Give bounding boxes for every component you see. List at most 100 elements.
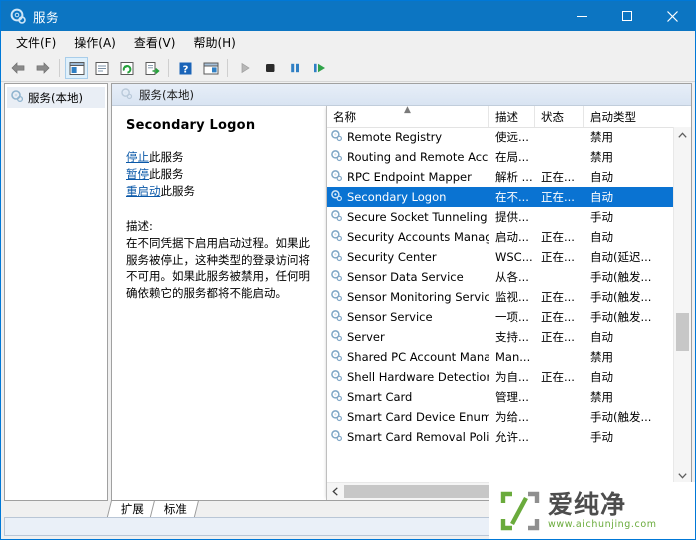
table-row[interactable]: Shell Hardware Detection 为自... 正在... 自动 bbox=[327, 367, 674, 387]
cell-startup-type: 禁用 bbox=[590, 150, 613, 164]
column-name-label: 名称 bbox=[333, 109, 356, 124]
show-tree-icon[interactable] bbox=[65, 57, 88, 79]
column-description-label: 描述 bbox=[495, 109, 518, 124]
sidebar-item-label: 服务(本地) bbox=[28, 90, 83, 105]
show-hide-console-icon[interactable] bbox=[199, 57, 222, 79]
cell-startup-type: 自动 bbox=[590, 230, 613, 244]
menu-bar: 文件(F) 操作(A) 查看(V) 帮助(H) bbox=[1, 31, 695, 55]
cell-description: 支持... bbox=[495, 330, 529, 344]
properties-icon[interactable] bbox=[90, 57, 113, 79]
table-row[interactable]: RPC Endpoint Mapper 解析 ... 正在... 自动 bbox=[327, 167, 674, 187]
services-gear-icon bbox=[10, 89, 24, 106]
help-icon[interactable]: ? bbox=[174, 57, 197, 79]
cell-description: Man... bbox=[495, 350, 531, 364]
aichunjing-logo-icon bbox=[500, 491, 540, 531]
minimize-icon[interactable] bbox=[559, 1, 604, 31]
tab-extended-label: 扩展 bbox=[120, 502, 144, 516]
column-name[interactable]: 名称 ▲ bbox=[327, 106, 489, 127]
cell-service-name: Smart Card Device Enum... bbox=[327, 409, 489, 425]
close-icon[interactable] bbox=[649, 1, 695, 31]
cell-service-name: Sensor Monitoring Service bbox=[327, 289, 489, 305]
tab-standard[interactable]: 标准 bbox=[149, 500, 200, 517]
pause-service-link[interactable]: 暂停此服务 bbox=[126, 166, 316, 183]
table-row[interactable]: Smart Card Removal Poli... 允许... 手动 bbox=[327, 427, 674, 447]
sidebar-item-services-local[interactable]: 服务(本地) bbox=[7, 87, 105, 108]
cell-description: 为给... bbox=[495, 410, 529, 424]
cell-service-name: Security Accounts Manag... bbox=[327, 229, 489, 245]
watermark-title: 爱纯净 bbox=[548, 490, 627, 519]
cell-status: 正在... bbox=[541, 250, 575, 264]
restart-icon[interactable] bbox=[308, 57, 331, 79]
cell-description: 提供... bbox=[495, 210, 529, 224]
scroll-left-button[interactable] bbox=[327, 484, 343, 500]
services-pane: 服务(本地) Secondary Logon 停止此服务 暂停此服务 重启动此服… bbox=[111, 83, 692, 501]
cell-description: 在不... bbox=[495, 190, 529, 204]
toolbar-separator bbox=[227, 59, 228, 77]
cell-startup-type: 自动 bbox=[590, 190, 613, 204]
table-row[interactable]: Smart Card Device Enum... 为给... 手动(触发... bbox=[327, 407, 674, 427]
column-description[interactable]: 描述 bbox=[489, 106, 535, 127]
services-gear-icon bbox=[330, 129, 343, 145]
table-row[interactable]: Sensor Monitoring Service 监视... 正在... 手动(触发… bbox=[327, 287, 674, 307]
scroll-up-button[interactable] bbox=[674, 127, 691, 143]
cell-startup-type: 手动(触发... bbox=[590, 310, 652, 324]
stop-icon[interactable] bbox=[258, 57, 281, 79]
table-row[interactable]: Server 支持... 正在... 自动 bbox=[327, 327, 674, 347]
menu-action[interactable]: 操作(A) bbox=[65, 32, 125, 53]
forward-arrow-icon[interactable] bbox=[31, 57, 54, 79]
refresh-icon[interactable] bbox=[115, 57, 138, 79]
play-icon[interactable] bbox=[233, 57, 256, 79]
restart-service-link[interactable]: 重启动此服务 bbox=[126, 183, 316, 200]
pause-icon[interactable] bbox=[283, 57, 306, 79]
vertical-scrollbar[interactable] bbox=[673, 127, 691, 483]
menu-file[interactable]: 文件(F) bbox=[7, 32, 65, 53]
scroll-thumb[interactable] bbox=[676, 313, 689, 351]
services-gear-icon bbox=[330, 209, 343, 225]
column-status-label: 状态 bbox=[541, 109, 564, 124]
table-row[interactable]: Shared PC Account Mana... Man... 禁用 bbox=[327, 347, 674, 367]
back-arrow-icon[interactable] bbox=[6, 57, 29, 79]
table-row[interactable]: Secure Socket Tunneling ... 提供... 手动 bbox=[327, 207, 674, 227]
list-header-row: 名称 ▲ 描述 状态 启动类型 bbox=[327, 106, 691, 128]
maximize-icon[interactable] bbox=[604, 1, 649, 31]
table-row[interactable]: Sensor Service 一项... 正在... 手动(触发... bbox=[327, 307, 674, 327]
menu-help[interactable]: 帮助(H) bbox=[184, 32, 244, 53]
table-row[interactable]: Remote Registry 使远... 禁用 bbox=[327, 127, 674, 147]
pane-header: 服务(本地) bbox=[112, 84, 691, 106]
toolbar: ? bbox=[1, 55, 695, 82]
service-name-label: Routing and Remote Acc... bbox=[347, 150, 489, 164]
table-row[interactable]: Security Center WSC... 正在... 自动(延迟... bbox=[327, 247, 674, 267]
cell-description: 启动... bbox=[495, 230, 529, 244]
service-name-label: Security Accounts Manag... bbox=[347, 230, 489, 244]
stop-service-link[interactable]: 停止此服务 bbox=[126, 149, 316, 166]
services-gear-icon bbox=[330, 169, 343, 185]
description-text: 在不同凭据下启用启动过程。如果此服务被停止，这种类型的登录访问将不可用。如果此服… bbox=[126, 236, 310, 300]
column-startup-type[interactable]: 启动类型 bbox=[584, 106, 664, 127]
cell-startup-type: 手动(触发... bbox=[590, 410, 652, 424]
sort-ascending-icon: ▲ bbox=[404, 106, 411, 115]
menu-view[interactable]: 查看(V) bbox=[125, 32, 185, 53]
table-row[interactable]: Routing and Remote Acc... 在局... 禁用 bbox=[327, 147, 674, 167]
description-label: 描述: bbox=[126, 219, 153, 233]
scroll-down-button[interactable] bbox=[674, 467, 691, 483]
service-name-label: Sensor Monitoring Service bbox=[347, 290, 489, 304]
cell-description: 解析 ... bbox=[495, 170, 533, 184]
service-name-label: Smart Card bbox=[347, 390, 413, 404]
services-gear-icon bbox=[330, 189, 343, 205]
table-row[interactable]: Smart Card 管理... 禁用 bbox=[327, 387, 674, 407]
table-row[interactable]: Secondary Logon 在不... 正在... 自动 bbox=[327, 187, 674, 207]
column-status[interactable]: 状态 bbox=[535, 106, 584, 127]
export-list-icon[interactable] bbox=[140, 57, 163, 79]
service-name-label: Security Center bbox=[347, 250, 437, 264]
pane-header-label: 服务(本地) bbox=[139, 87, 194, 102]
table-row[interactable]: Sensor Data Service 从各... 手动(触发... bbox=[327, 267, 674, 287]
services-gear-icon bbox=[330, 149, 343, 165]
tab-extended[interactable]: 扩展 bbox=[106, 500, 157, 517]
title-bar: 服务 bbox=[1, 1, 695, 31]
table-row[interactable]: Security Accounts Manag... 启动... 正在... 自动 bbox=[327, 227, 674, 247]
services-gear-icon bbox=[330, 269, 343, 285]
cell-service-name: Shell Hardware Detection bbox=[327, 369, 489, 385]
service-name-label: Remote Registry bbox=[347, 130, 443, 144]
stop-service-link-suffix: 此服务 bbox=[149, 150, 184, 164]
services-gear-icon bbox=[330, 389, 343, 405]
